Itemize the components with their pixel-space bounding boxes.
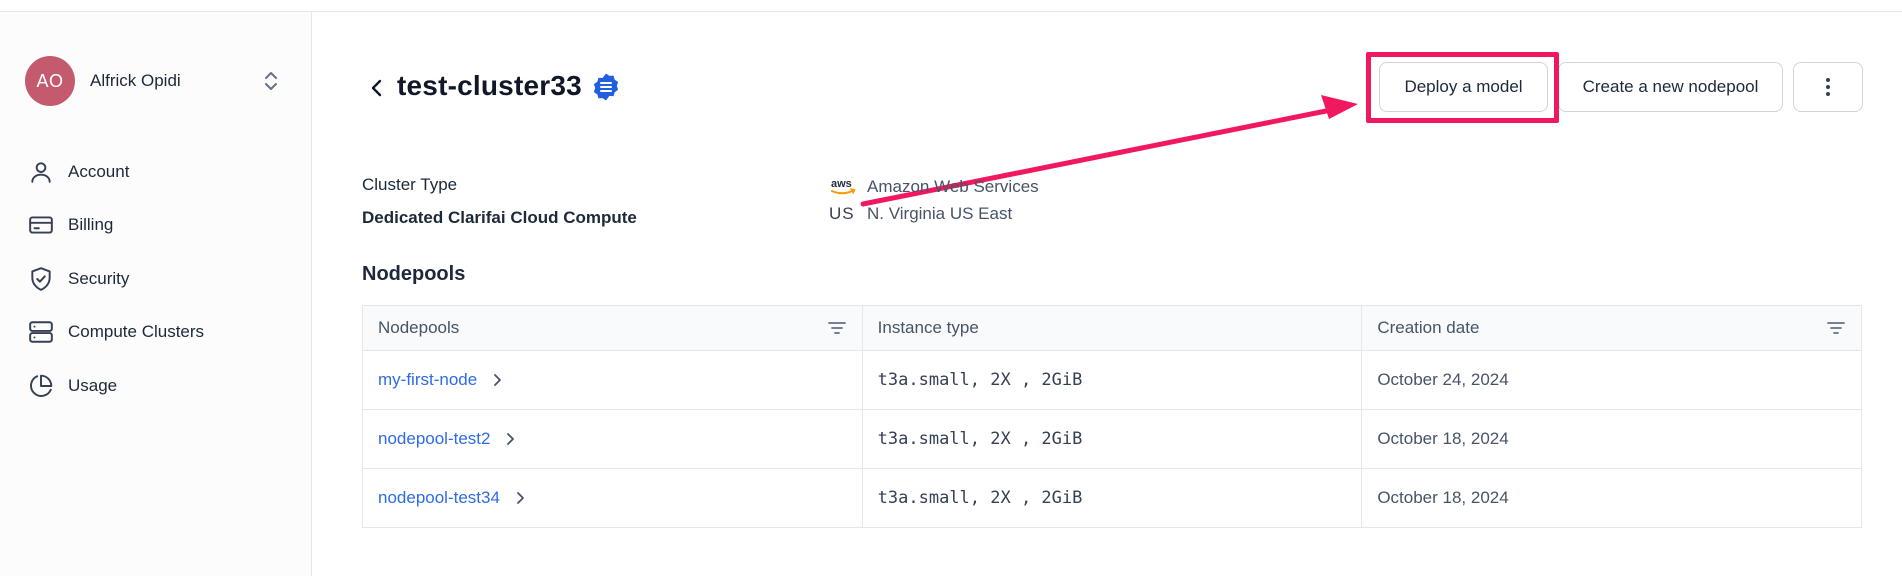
sidebar-item-label: Usage	[68, 375, 118, 395]
chevron-up-down-icon[interactable]	[262, 68, 280, 94]
chevron-right-icon	[517, 492, 524, 504]
sidebar-item-security[interactable]: Security	[28, 265, 204, 292]
user-name: Alfrick Opidi	[90, 71, 181, 90]
creation-date-cell: October 24, 2024	[1361, 350, 1862, 410]
instance-type-cell: t3a.small, 2X , 2GiB	[861, 409, 1363, 469]
back-chevron-icon[interactable]	[365, 76, 389, 100]
cluster-region: US N. Virginia US East	[829, 204, 1012, 224]
region-name: N. Virginia US East	[867, 204, 1013, 223]
nodepools-section-title: Nodepools	[362, 263, 466, 285]
pie-chart-icon	[30, 374, 53, 397]
create-nodepool-button[interactable]: Create a new nodepool	[1558, 62, 1783, 112]
cluster-provider: aws Amazon Web Services	[829, 176, 1039, 198]
column-header-creation-date: Creation date	[1361, 305, 1862, 351]
sidebar-item-billing[interactable]: Billing	[28, 212, 204, 239]
nodepool-link[interactable]: nodepool-test2	[378, 429, 516, 449]
sidebar-nav: Account Billing Security Compute Cluster…	[28, 158, 204, 426]
provider-name: Amazon Web Services	[867, 177, 1039, 196]
cluster-type-value: Dedicated Clarifai Cloud Compute	[362, 208, 637, 227]
sidebar-item-label: Account	[68, 161, 130, 181]
nodepool-link[interactable]: my-first-node	[378, 370, 503, 390]
avatar: AO	[25, 56, 75, 106]
svg-text:aws: aws	[831, 178, 852, 190]
sidebar-item-label: Compute Clusters	[68, 322, 205, 341]
table-row[interactable]: my-first-node t3a.small, 2X , 2GiB Octob…	[362, 350, 1862, 410]
cluster-badge-icon	[593, 73, 619, 101]
column-header-instance-type: Instance type	[861, 305, 1363, 351]
aws-logo: aws	[831, 178, 856, 195]
sidebar-item-account[interactable]: Account	[28, 158, 204, 185]
chevron-right-icon	[494, 374, 502, 386]
creation-date-cell: October 18, 2024	[1361, 468, 1862, 528]
more-options-button[interactable]	[1793, 62, 1863, 112]
page-title: test-cluster33	[397, 70, 582, 101]
filter-icon[interactable]	[827, 320, 847, 336]
server-icon	[29, 321, 53, 343]
table-row[interactable]: nodepool-test2 t3a.small, 2X , 2GiB Octo…	[362, 409, 1862, 469]
shield-check-icon	[31, 266, 51, 291]
user-icon	[31, 161, 51, 183]
deploy-model-button[interactable]: Deploy a model	[1379, 62, 1548, 112]
nodepool-link[interactable]: nodepool-test34	[378, 488, 526, 508]
sidebar-item-label: Billing	[68, 215, 114, 234]
more-vertical-icon	[1826, 78, 1830, 96]
column-header-nodepools: Nodepools	[362, 305, 863, 351]
credit-card-icon	[29, 216, 53, 234]
instance-type-cell: t3a.small, 2X , 2GiB	[861, 468, 1363, 528]
filter-icon[interactable]	[1826, 320, 1846, 336]
chevron-right-icon	[507, 433, 515, 445]
top-bar	[0, 0, 1902, 12]
cluster-type-label: Cluster Type	[362, 175, 458, 194]
sidebar: AO Alfrick Opidi Account Billing Securit…	[0, 12, 312, 576]
sidebar-item-label: Security	[68, 268, 130, 288]
main-content: test-cluster33 Deploy a model Create a n…	[313, 12, 1902, 576]
sidebar-item-compute-clusters[interactable]: Compute Clusters	[28, 319, 204, 346]
creation-date-cell: October 18, 2024	[1361, 409, 1862, 469]
sidebar-item-usage[interactable]: Usage	[28, 372, 204, 399]
nodepools-table: Nodepools Instance type Creation date my…	[362, 305, 1862, 528]
region-code: US	[829, 204, 855, 223]
table-row[interactable]: nodepool-test34 t3a.small, 2X , 2GiB Oct…	[362, 468, 1862, 528]
instance-type-cell: t3a.small, 2X , 2GiB	[861, 350, 1363, 410]
user-switcher[interactable]: AO Alfrick Opidi	[25, 55, 280, 107]
